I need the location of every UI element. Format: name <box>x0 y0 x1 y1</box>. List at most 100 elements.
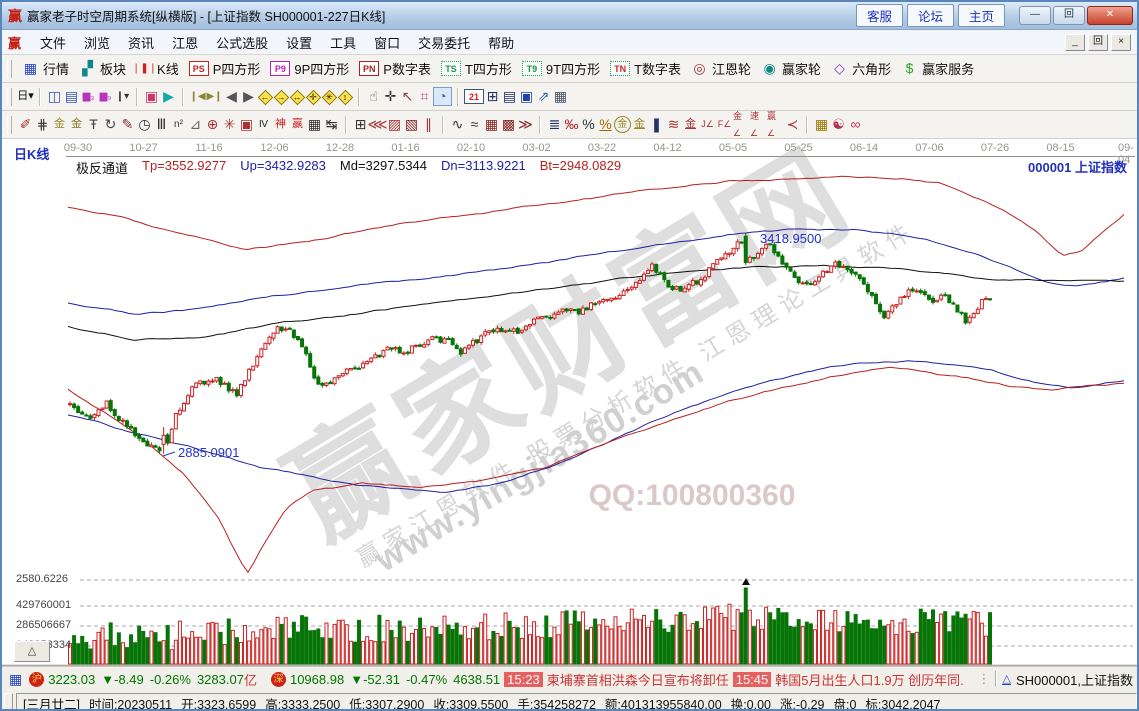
close-button[interactable]: ✕ <box>1087 6 1133 25</box>
angle-pen-icon[interactable]: ✎ <box>119 116 136 133</box>
fine-grid-icon[interactable]: ▦ <box>483 116 500 133</box>
gann-net-icon[interactable]: ⌗ <box>416 88 433 105</box>
gold-level-icon[interactable]: 金 <box>631 116 648 133</box>
f10-info-icon[interactable]: ▤ <box>63 88 80 105</box>
mdi-restore-button[interactable]: 回 <box>1088 33 1108 51</box>
sector-button[interactable]: ▞ 板块 <box>74 58 131 79</box>
quote-grid-icon[interactable]: ▦ <box>22 60 39 77</box>
cycle-sphere-icon[interactable]: ◔ <box>433 87 452 106</box>
hatch-icon[interactable]: ≫ <box>517 116 534 133</box>
bars-icon[interactable]: Ⅲ <box>153 116 170 133</box>
sector-blocks-icon[interactable]: ▞ <box>79 60 96 77</box>
menu-item-help[interactable]: 帮助 <box>479 31 523 54</box>
winner-service-button[interactable]: $ 赢家服务 <box>896 58 979 79</box>
menu-item-tools[interactable]: 工具 <box>321 31 365 54</box>
period-day-button[interactable]: 日▾ <box>17 88 34 105</box>
save-icon[interactable]: ▣ <box>518 88 535 105</box>
menu-item-gann[interactable]: 江恩 <box>163 31 207 54</box>
gold-base-icon[interactable]: 金 <box>682 116 699 133</box>
calculator-icon[interactable]: ⊞ <box>484 88 501 105</box>
time-cycle-icon[interactable]: ◷ <box>136 116 153 133</box>
kline-chart-canvas[interactable]: 3418.9500 2885.0901 <box>2 139 1137 666</box>
crosshair-icon[interactable]: ✛ <box>382 88 399 105</box>
p-number-button[interactable]: PN P数字表 <box>354 58 436 79</box>
toolbar-grip[interactable] <box>7 87 12 106</box>
shen-grid-icon[interactable]: 神 <box>272 116 289 133</box>
n-square-icon[interactable]: n² <box>170 116 187 133</box>
gann-fan-icon[interactable]: ⋘ <box>368 116 388 133</box>
rail-lines-icon[interactable]: ⋕ <box>34 116 51 133</box>
panel-expand-button[interactable]: △ <box>14 641 50 662</box>
angle-f-icon[interactable]: F∠ <box>716 116 733 133</box>
memo-icon[interactable]: ▤ <box>501 88 518 105</box>
timeshare-chart-icon[interactable]: ◫ <box>46 88 63 105</box>
toolbar-grip[interactable] <box>7 115 12 134</box>
circle-target-icon[interactable]: ⊕ <box>204 116 221 133</box>
percent-icon[interactable]: % <box>580 116 597 133</box>
current-symbol-label[interactable]: SH000001,上证指数 <box>1016 670 1133 689</box>
quote-grid-icon[interactable]: ▦ <box>9 671 22 688</box>
t-number-button[interactable]: TN T数字表 <box>605 58 686 79</box>
shenzhen-icon[interactable]: 深 <box>270 671 286 687</box>
t-square-icon[interactable]: TS <box>440 61 461 76</box>
winner-wheel-button[interactable]: ◉ 赢家轮 <box>756 58 826 79</box>
toolbar-grip[interactable] <box>7 59 12 78</box>
menu-item-trade[interactable]: 交易委托 <box>409 31 479 54</box>
window-split-icon[interactable]: ⊞ <box>352 116 369 133</box>
prev-page-icon[interactable]: ◀ <box>223 88 240 105</box>
draw-pen-icon[interactable]: ✐ <box>17 116 34 133</box>
sort-flag-icon[interactable]: ▶ <box>160 88 177 105</box>
restore-button[interactable]: 回 <box>1053 6 1085 25</box>
titlebar-link-home[interactable]: 主页 <box>957 4 1005 27</box>
minimize-button[interactable]: — <box>1019 6 1051 25</box>
angle-speed-icon[interactable]: 速∠ <box>750 111 767 138</box>
gann-wheel-button[interactable]: ◎ 江恩轮 <box>686 58 756 79</box>
gann-wheel-icon[interactable]: ◎ <box>691 60 708 77</box>
gold-grid9-icon[interactable]: 金 <box>68 116 85 133</box>
quote-button[interactable]: ▦ 行情 <box>17 58 74 79</box>
grid-highlight-icon[interactable]: ▦ <box>813 116 830 133</box>
kline-candles-icon[interactable]: ❘❚❘ <box>132 60 157 77</box>
decline-percent-icon[interactable]: ‰ <box>563 116 580 133</box>
burst-icon[interactable]: ✳ <box>321 89 338 105</box>
fan-box-icon[interactable]: ▨ <box>386 116 403 133</box>
last-page-icon[interactable]: ▶❙ <box>206 88 223 105</box>
parallel-lines-icon[interactable]: ∥ <box>420 116 437 133</box>
menu-item-file[interactable]: 文件 <box>31 31 75 54</box>
menu-item-settings[interactable]: 设置 <box>277 31 321 54</box>
zigzag-icon[interactable]: ∿ <box>449 116 466 133</box>
mdi-close-button[interactable]: × <box>1111 33 1131 51</box>
angle-j-icon[interactable]: J∠ <box>699 116 716 133</box>
wave-icon[interactable]: ≈ <box>466 116 483 133</box>
winner-wheel-icon[interactable]: ◉ <box>761 60 778 77</box>
service-dollar-icon[interactable]: $ <box>901 60 918 77</box>
chart3-icon[interactable]: ▆₃ <box>80 88 97 105</box>
gold-grid-icon[interactable]: 金 <box>51 116 68 133</box>
number-grid-icon[interactable]: ▦ <box>306 116 323 133</box>
pan-left-icon[interactable]: ← <box>257 89 274 105</box>
taiji-icon[interactable]: ☯ <box>830 116 847 133</box>
menu-item-formula-stock-pick[interactable]: 公式选股 <box>207 31 277 54</box>
ying-grid-icon[interactable]: 赢 <box>289 116 306 133</box>
next-page-icon[interactable]: ▶ <box>240 88 257 105</box>
p9-square-icon[interactable]: P9 <box>270 61 291 76</box>
hexagon-icon[interactable]: ◇ <box>831 60 848 77</box>
export-icon[interactable]: ⇗ <box>535 88 552 105</box>
titlebar-link-service[interactable]: 客服 <box>855 4 903 27</box>
fib-f-icon[interactable]: Ŧ <box>85 116 102 133</box>
price-ladder-icon[interactable]: ≣ <box>546 116 563 133</box>
pattern-icon[interactable]: ▣ <box>143 88 160 105</box>
infinity-icon[interactable]: ∞ <box>847 116 864 133</box>
t9-square-button[interactable]: T9 9T四方形 <box>517 58 605 79</box>
t-number-icon[interactable]: TN <box>610 61 631 76</box>
mdi-minimize-button[interactable]: _ <box>1065 33 1085 51</box>
menu-item-browse[interactable]: 浏览 <box>75 31 119 54</box>
p-square-button[interactable]: PS P四方形 <box>184 58 266 79</box>
menu-item-window[interactable]: 窗口 <box>365 31 409 54</box>
first-page-icon[interactable]: ❙◀ <box>189 88 206 105</box>
diagonal-box-icon[interactable]: ▧ <box>403 116 420 133</box>
spiral-icon[interactable]: ↻ <box>102 116 119 133</box>
pointer-tool-icon[interactable]: ↖ <box>399 88 416 105</box>
resize-grip[interactable] <box>4 693 13 709</box>
channel-wave-icon[interactable]: ≋ <box>665 116 682 133</box>
